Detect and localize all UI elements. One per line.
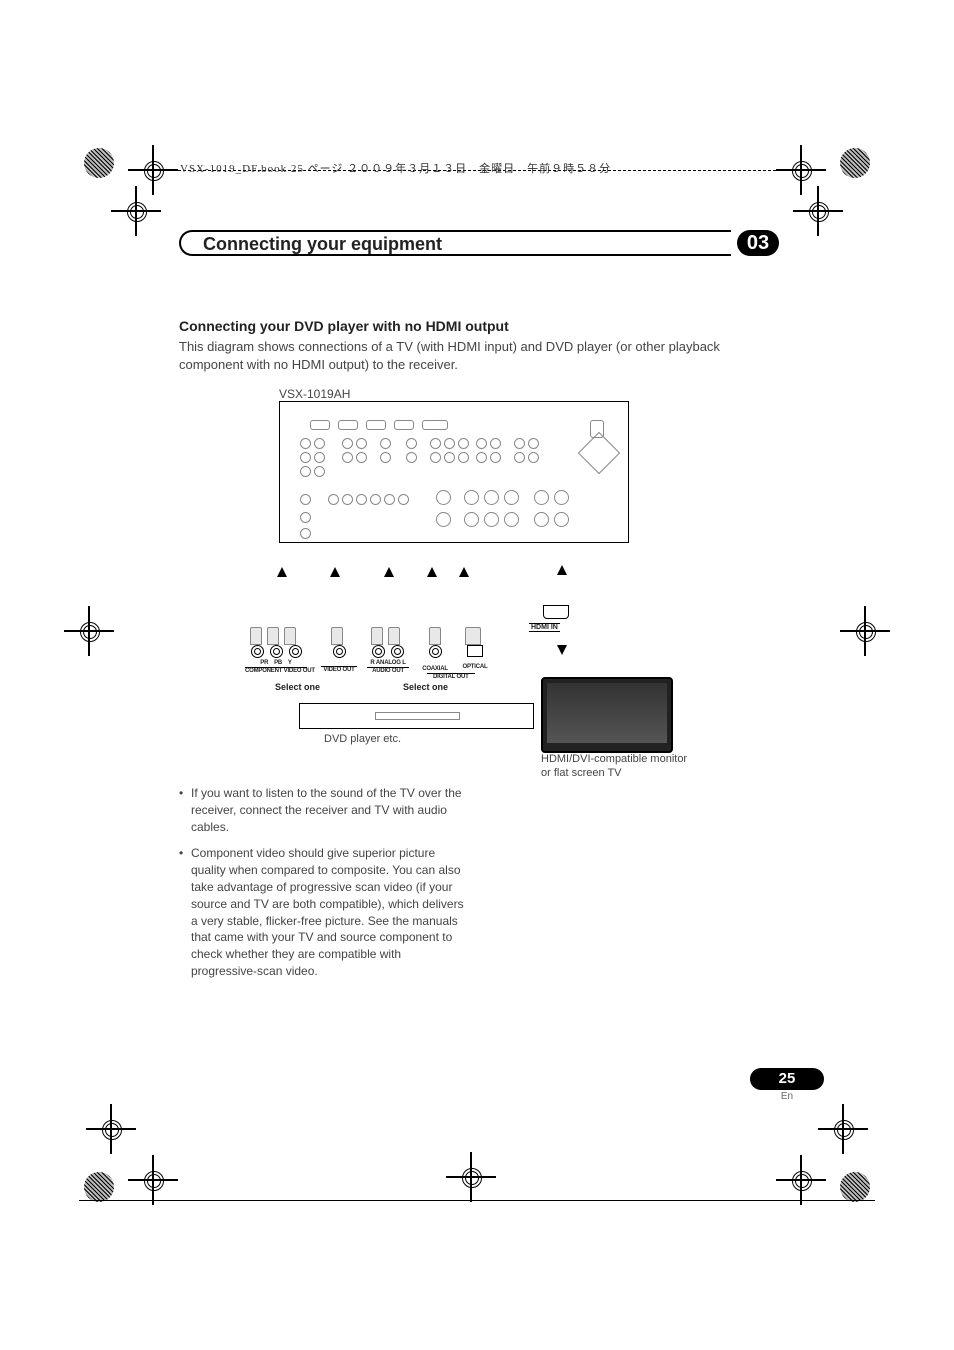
video-out: VIDEO OUT	[319, 645, 359, 673]
hdmi-arrow-icon	[557, 645, 567, 655]
receiver-rear-panel	[279, 401, 629, 543]
audio-out: R ANALOG L AUDIO OUT	[365, 645, 411, 674]
page-number: 25	[750, 1068, 824, 1090]
digital-out-label: DIGITAL OUT	[427, 673, 475, 680]
crop-ornament	[840, 1172, 870, 1202]
tv-caption: HDMI/DVI-compatible monitoror flat scree…	[541, 753, 687, 781]
crop-ornament	[84, 1172, 114, 1202]
section-number: 03	[737, 230, 779, 256]
crop-mark	[142, 1169, 164, 1191]
bottom-rule	[79, 1200, 875, 1202]
subsection-heading: Connecting your DVD player with no HDMI …	[179, 318, 779, 334]
bullet-column: •If you want to listen to the sound of t…	[179, 785, 469, 990]
section-title: Connecting your equipment	[203, 234, 442, 254]
select-one-right: Select one	[403, 682, 448, 692]
optical-out: OPTICAL	[457, 645, 493, 670]
hdmi-in-label: HDMI IN	[529, 623, 560, 632]
page-badge: 25 En	[750, 1068, 824, 1102]
crop-mark	[125, 200, 147, 222]
dvd-caption: DVD player etc.	[324, 733, 401, 745]
crop-mark	[854, 620, 876, 642]
crop-mark	[790, 1169, 812, 1191]
crop-mark	[100, 1118, 122, 1140]
bullet-text: Component video should give superior pic…	[191, 845, 469, 979]
connection-diagram: VSX-1019AH	[179, 387, 779, 767]
model-label: VSX-1019AH	[279, 387, 350, 401]
dvd-player	[299, 703, 534, 729]
crop-ornament	[840, 148, 870, 178]
intro-text: This diagram shows connections of a TV (…	[179, 338, 779, 373]
component-video-out: PR PB Y COMPONENT VIDEO OUT	[241, 645, 311, 674]
crop-mark	[832, 1118, 854, 1140]
coaxial-out: COAXIAL	[417, 645, 453, 672]
select-one-left: Select one	[275, 682, 320, 692]
crop-mark	[78, 620, 100, 642]
crop-mark	[807, 200, 829, 222]
section-header: Connecting your equipment 03	[179, 230, 779, 256]
tv-monitor	[541, 677, 673, 753]
crop-ornament	[84, 148, 114, 178]
page-lang: En	[750, 1091, 824, 1102]
bullet-text: If you want to listen to the sound of th…	[191, 785, 469, 835]
print-header: VSX-1019_DF.book 25 ページ ２００９年３月１３日 金曜日 午…	[180, 160, 611, 176]
crop-mark	[460, 1166, 482, 1188]
